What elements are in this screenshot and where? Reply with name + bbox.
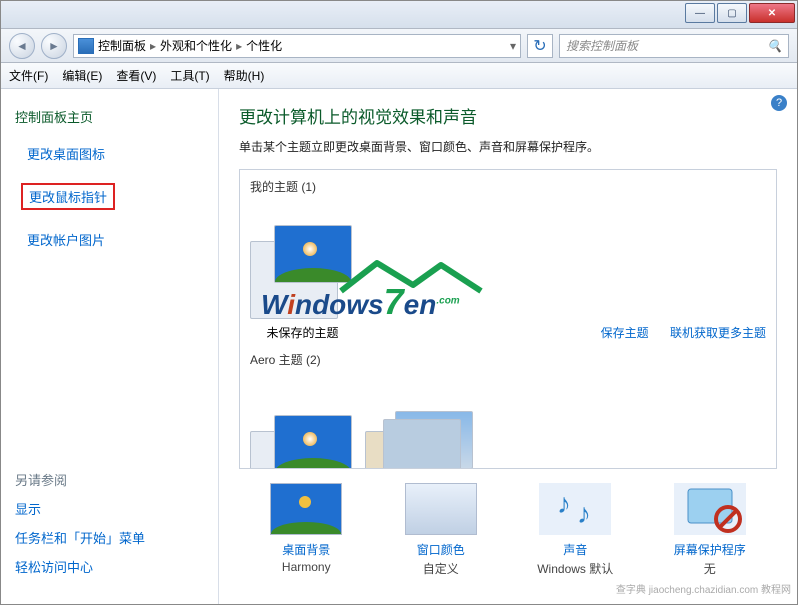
theme-aero-1[interactable] xyxy=(250,409,355,469)
theme-unsaved[interactable]: 未保存的主题 xyxy=(250,219,355,341)
option-title: 窗口颜色 xyxy=(381,541,501,558)
theme-thumb-front xyxy=(274,415,352,469)
control-panel-icon xyxy=(78,38,94,54)
menu-tools[interactable]: 工具(T) xyxy=(170,67,209,84)
see-also-section: 另请参阅 显示 任务栏和「开始」菜单 轻松访问中心 xyxy=(15,470,145,586)
search-placeholder: 搜索控制面板 xyxy=(566,37,638,54)
sounds-icon: ♪♪ xyxy=(539,483,611,535)
sounds-option[interactable]: ♪♪ 声音 Windows 默认 xyxy=(515,483,635,577)
breadcrumb[interactable]: 控制面板 ▸ 外观和个性化 ▸ 个性化 ▾ xyxy=(73,34,521,58)
theme-thumb-front xyxy=(274,225,352,283)
screensaver-option[interactable]: 屏幕保护程序 无 xyxy=(650,483,770,577)
main-panel: ? 更改计算机上的视觉效果和声音 单击某个主题立即更改桌面背景、窗口颜色、声音和… xyxy=(219,89,797,604)
see-also-taskbar[interactable]: 任务栏和「开始」菜单 xyxy=(15,528,145,547)
theme-aero-2[interactable] xyxy=(365,409,470,469)
sidebar-link-desktop-icons[interactable]: 更改桌面图标 xyxy=(27,144,204,163)
my-themes-header: 我的主题 (1) xyxy=(250,178,766,195)
option-subtitle: 无 xyxy=(650,560,770,577)
content-area: 控制面板主页 更改桌面图标 更改鼠标指针 更改帐户图片 另请参阅 显示 任务栏和… xyxy=(1,89,797,604)
menu-help[interactable]: 帮助(H) xyxy=(224,67,265,84)
aero-themes-header: Aero 主题 (2) xyxy=(250,351,766,368)
theme-label: 未保存的主题 xyxy=(250,324,355,341)
minimize-button[interactable]: — xyxy=(685,3,715,23)
help-icon[interactable]: ? xyxy=(771,95,787,111)
screensaver-icon xyxy=(674,483,746,535)
search-input[interactable]: 搜索控制面板 🔍 xyxy=(559,34,789,58)
footer-watermark: 查字典 jiaocheng.chazidian.com 教程网 xyxy=(616,581,791,596)
refresh-button[interactable]: ↻ xyxy=(527,34,553,58)
desktop-background-icon xyxy=(270,483,342,535)
sidebar-link-account-picture[interactable]: 更改帐户图片 xyxy=(27,230,204,249)
maximize-button[interactable]: ▢ xyxy=(717,3,747,23)
page-title: 更改计算机上的视觉效果和声音 xyxy=(239,103,777,128)
desktop-background-option[interactable]: 桌面背景 Harmony xyxy=(246,483,366,577)
see-also-display[interactable]: 显示 xyxy=(15,499,145,518)
save-theme-link[interactable]: 保存主题 xyxy=(601,326,649,340)
option-title: 声音 xyxy=(515,541,635,558)
sidebar: 控制面板主页 更改桌面图标 更改鼠标指针 更改帐户图片 另请参阅 显示 任务栏和… xyxy=(1,89,219,604)
breadcrumb-segment[interactable]: 控制面板 xyxy=(98,37,146,54)
address-bar: ◄ ► 控制面板 ▸ 外观和个性化 ▸ 个性化 ▾ ↻ 搜索控制面板 🔍 xyxy=(1,29,797,63)
themes-panel: 我的主题 (1) 未保存的主题 保存主题 联机获取更多主题 Aero 主题 (2… xyxy=(239,169,777,469)
search-icon[interactable]: 🔍 xyxy=(767,39,782,53)
get-themes-online-link[interactable]: 联机获取更多主题 xyxy=(670,326,766,340)
forward-button[interactable]: ► xyxy=(41,33,67,59)
chevron-right-icon: ▸ xyxy=(236,39,242,53)
see-also-header: 另请参阅 xyxy=(15,470,145,489)
chevron-down-icon[interactable]: ▾ xyxy=(510,39,516,53)
breadcrumb-segment[interactable]: 外观和个性化 xyxy=(160,37,232,54)
menu-bar: 文件(F) 编辑(E) 查看(V) 工具(T) 帮助(H) xyxy=(1,63,797,89)
option-title: 桌面背景 xyxy=(246,541,366,558)
option-subtitle: Windows 默认 xyxy=(515,560,635,577)
option-title: 屏幕保护程序 xyxy=(650,541,770,558)
menu-view[interactable]: 查看(V) xyxy=(116,67,156,84)
menu-file[interactable]: 文件(F) xyxy=(9,67,48,84)
window-color-option[interactable]: 窗口颜色 自定义 xyxy=(381,483,501,577)
svg-text:♪: ♪ xyxy=(577,498,591,529)
page-description: 单击某个主题立即更改桌面背景、窗口颜色、声音和屏幕保护程序。 xyxy=(239,138,777,155)
control-panel-home-link[interactable]: 控制面板主页 xyxy=(15,107,204,126)
window-titlebar: — ▢ ✕ xyxy=(1,1,797,29)
sidebar-link-mouse-pointers[interactable]: 更改鼠标指针 xyxy=(21,183,115,210)
svg-text:♪: ♪ xyxy=(557,488,571,519)
personalization-options: 桌面背景 Harmony 窗口颜色 自定义 ♪♪ 声音 Windows 默认 屏… xyxy=(239,483,777,577)
breadcrumb-segment[interactable]: 个性化 xyxy=(246,37,282,54)
back-button[interactable]: ◄ xyxy=(9,33,35,59)
menu-edit[interactable]: 编辑(E) xyxy=(62,67,102,84)
chevron-right-icon: ▸ xyxy=(150,39,156,53)
see-also-ease-of-access[interactable]: 轻松访问中心 xyxy=(15,557,145,576)
theme-actions: 保存主题 联机获取更多主题 xyxy=(583,324,766,341)
close-button[interactable]: ✕ xyxy=(749,3,795,23)
option-subtitle: 自定义 xyxy=(381,560,501,577)
window-color-icon xyxy=(405,483,477,535)
theme-thumb-front xyxy=(383,419,461,469)
option-subtitle: Harmony xyxy=(246,560,366,574)
